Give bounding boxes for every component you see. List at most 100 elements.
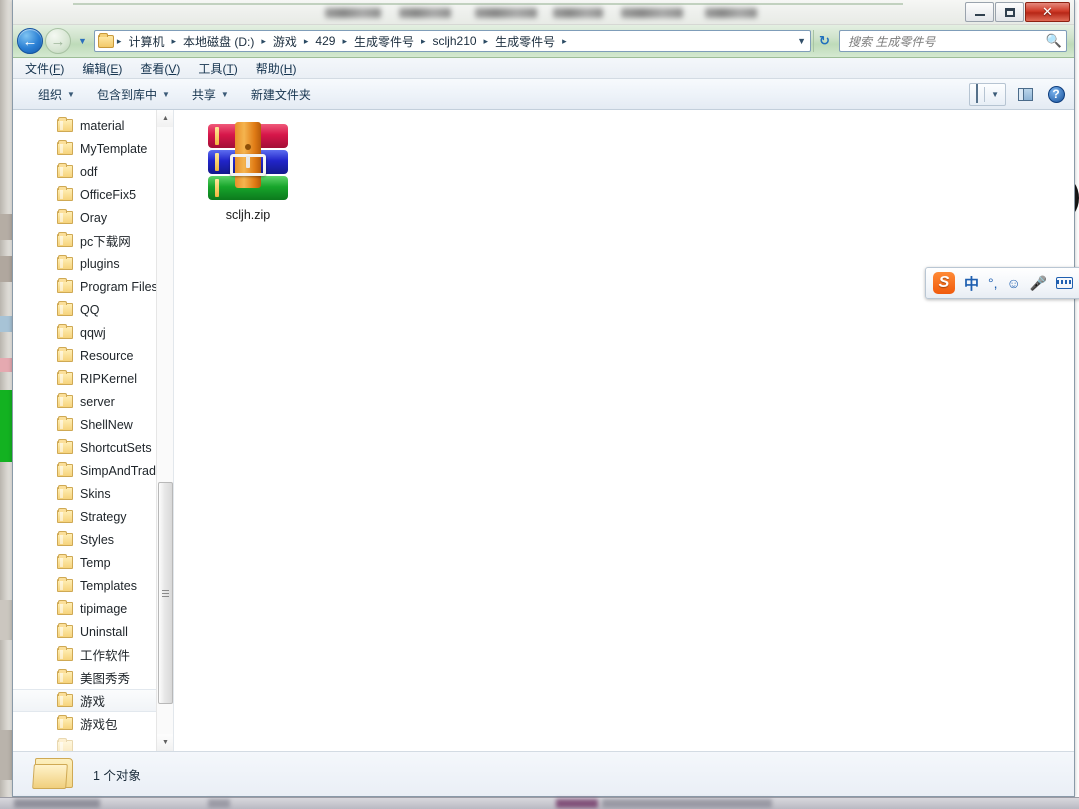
tree-item-qq[interactable]: QQ: [13, 298, 173, 321]
breadcrumb-item-1[interactable]: 本地磁盘 (D:): [179, 31, 258, 51]
tree-item-games[interactable]: 游戏: [13, 689, 173, 712]
tree-item-meitu[interactable]: 美图秀秀: [13, 666, 173, 689]
include-in-library-label: 包含到库中: [96, 87, 157, 102]
menu-help[interactable]: 帮助(H): [256, 60, 297, 77]
breadcrumb-item-6[interactable]: 生成零件号: [491, 31, 559, 51]
new-folder-button[interactable]: 新建文件夹: [240, 81, 322, 108]
menu-file[interactable]: 文件(F): [25, 60, 64, 77]
tree-item-simpandtradco[interactable]: SimpAndTradCo: [13, 459, 173, 482]
search-input[interactable]: 搜索 生成零件号: [848, 33, 1046, 50]
scroll-down-button[interactable]: ▼: [157, 734, 173, 751]
tree-item-label: pc下载网: [80, 235, 131, 249]
breadcrumb-item-4[interactable]: 生成零件号: [350, 31, 418, 51]
tree-item-templates[interactable]: Templates: [13, 574, 173, 597]
breadcrumb-separator[interactable]: ▸: [302, 36, 311, 47]
redacted-taskbar-item-1: [14, 799, 100, 808]
new-folder-label: 新建文件夹: [250, 87, 311, 102]
tree-item-qqwj[interactable]: qqwj: [13, 321, 173, 344]
breadcrumb-item-3[interactable]: 429: [311, 32, 339, 50]
ime-language-mode-button[interactable]: 中: [964, 273, 979, 294]
menu-edit[interactable]: 编辑(E): [82, 60, 122, 77]
tree-item-label: ShellNew: [80, 417, 133, 432]
menu-file-label: 文件: [25, 61, 50, 76]
tree-item-server[interactable]: server: [13, 390, 173, 413]
sogou-logo-icon[interactable]: S: [933, 272, 955, 294]
window-controls: ✕: [965, 2, 1070, 22]
include-in-library-button[interactable]: 包含到库中 ▼: [86, 81, 181, 108]
redacted-taskbar-item-3: [556, 799, 598, 808]
ime-keyboard-icon[interactable]: [1056, 277, 1074, 289]
tree-item-label: 游戏包: [80, 718, 118, 732]
folder-icon: [57, 255, 73, 270]
breadcrumb-separator[interactable]: ▸: [340, 36, 349, 47]
tree-item-oray[interactable]: Oray: [13, 206, 173, 229]
file-list-view[interactable]: scljh.zip: [174, 110, 1074, 751]
tree-item-odf[interactable]: odf: [13, 160, 173, 183]
minimize-button[interactable]: [965, 2, 994, 22]
redacted-title-text-2: [399, 8, 451, 18]
back-button[interactable]: ←: [17, 28, 43, 54]
tree-item-shortcutsets[interactable]: ShortcutSets: [13, 436, 173, 459]
toolbar-right-group: ▼ ?: [969, 82, 1068, 106]
folder-icon: [57, 232, 73, 247]
tree-item-pcdownload[interactable]: pc下载网: [13, 229, 173, 252]
tree-item-styles[interactable]: Styles: [13, 528, 173, 551]
address-dropdown-icon[interactable]: ▼: [797, 36, 806, 46]
search-box[interactable]: 搜索 生成零件号 🔍: [839, 30, 1067, 52]
tree-item-game-packages[interactable]: 游戏包: [13, 712, 173, 735]
breadcrumb-item-0[interactable]: 计算机: [124, 31, 168, 51]
tree-item-material[interactable]: material: [13, 114, 173, 137]
preview-pane-button[interactable]: [1013, 83, 1037, 106]
tree-item-temp[interactable]: Temp: [13, 551, 173, 574]
history-dropdown-button[interactable]: ▼: [75, 36, 90, 46]
tree-item-strategy[interactable]: Strategy: [13, 505, 173, 528]
refresh-button[interactable]: ↻: [813, 30, 835, 52]
breadcrumb-separator[interactable]: ▸: [419, 36, 428, 47]
tree-item-program-files[interactable]: Program Files: [13, 275, 173, 298]
menu-tools[interactable]: 工具(T): [198, 60, 237, 77]
folder-icon: [57, 485, 73, 500]
maximize-button[interactable]: [995, 2, 1024, 22]
tree-item-shellnew[interactable]: ShellNew: [13, 413, 173, 436]
tree-item-ripkernel[interactable]: RIPKernel: [13, 367, 173, 390]
help-button[interactable]: ?: [1044, 83, 1068, 106]
view-mode-button[interactable]: ▼: [969, 82, 1006, 106]
tree-item-mytemplate[interactable]: MyTemplate: [13, 137, 173, 160]
scroll-up-button[interactable]: ▲: [157, 110, 173, 127]
breadcrumb-separator[interactable]: ▸: [169, 36, 178, 47]
explorer-body: material MyTemplate odf OfficeFix5 Oray …: [13, 110, 1074, 751]
organize-button[interactable]: 组织 ▼: [27, 81, 86, 108]
navigation-pane: material MyTemplate odf OfficeFix5 Oray …: [13, 110, 174, 751]
breadcrumb-separator[interactable]: ▸: [259, 36, 268, 47]
ime-microphone-icon[interactable]: 🎤: [1030, 275, 1047, 292]
view-mode-dropdown-icon[interactable]: ▼: [985, 90, 1005, 99]
status-item-count: 1 个对象: [93, 768, 141, 783]
nav-pane-scrollbar[interactable]: ▲ ▼: [156, 110, 173, 751]
ime-emoji-button[interactable]: ☺: [1007, 275, 1021, 291]
taskbar[interactable]: [0, 797, 1079, 809]
tree-item-plugins[interactable]: plugins: [13, 252, 173, 275]
tree-item-uninstall[interactable]: Uninstall: [13, 620, 173, 643]
ime-punctuation-button[interactable]: °,: [988, 275, 998, 291]
menu-view[interactable]: 查看(V): [140, 60, 180, 77]
tree-item-skins[interactable]: Skins: [13, 482, 173, 505]
breadcrumb-item-5[interactable]: scljh210: [429, 32, 481, 50]
breadcrumb-separator[interactable]: ▸: [482, 36, 491, 47]
folder-icon: [57, 278, 73, 293]
forward-button[interactable]: →: [45, 28, 71, 54]
breadcrumb-separator[interactable]: ▸: [115, 36, 124, 47]
breadcrumb-separator[interactable]: ▸: [560, 36, 569, 47]
scrollbar-thumb[interactable]: [158, 482, 173, 704]
tree-item-work-software[interactable]: 工作软件: [13, 643, 173, 666]
breadcrumb-item-2[interactable]: 游戏: [269, 31, 301, 51]
close-button[interactable]: ✕: [1025, 2, 1070, 22]
tree-item-resource[interactable]: Resource: [13, 344, 173, 367]
address-bar[interactable]: ▸ 计算机 ▸ 本地磁盘 (D:) ▸ 游戏 ▸ 429 ▸ 生成零件号 ▸ s…: [93, 30, 811, 52]
sogou-ime-toolbar[interactable]: S 中 °, ☺ 🎤: [925, 267, 1079, 299]
share-button[interactable]: 共享 ▼: [181, 81, 240, 108]
tree-item-partial[interactable]: [13, 735, 173, 751]
list-item[interactable]: scljh.zip: [200, 122, 296, 222]
tree-item-officefix5[interactable]: OfficeFix5: [13, 183, 173, 206]
address-folder-icon: [97, 32, 114, 48]
tree-item-tipimage[interactable]: tipimage: [13, 597, 173, 620]
